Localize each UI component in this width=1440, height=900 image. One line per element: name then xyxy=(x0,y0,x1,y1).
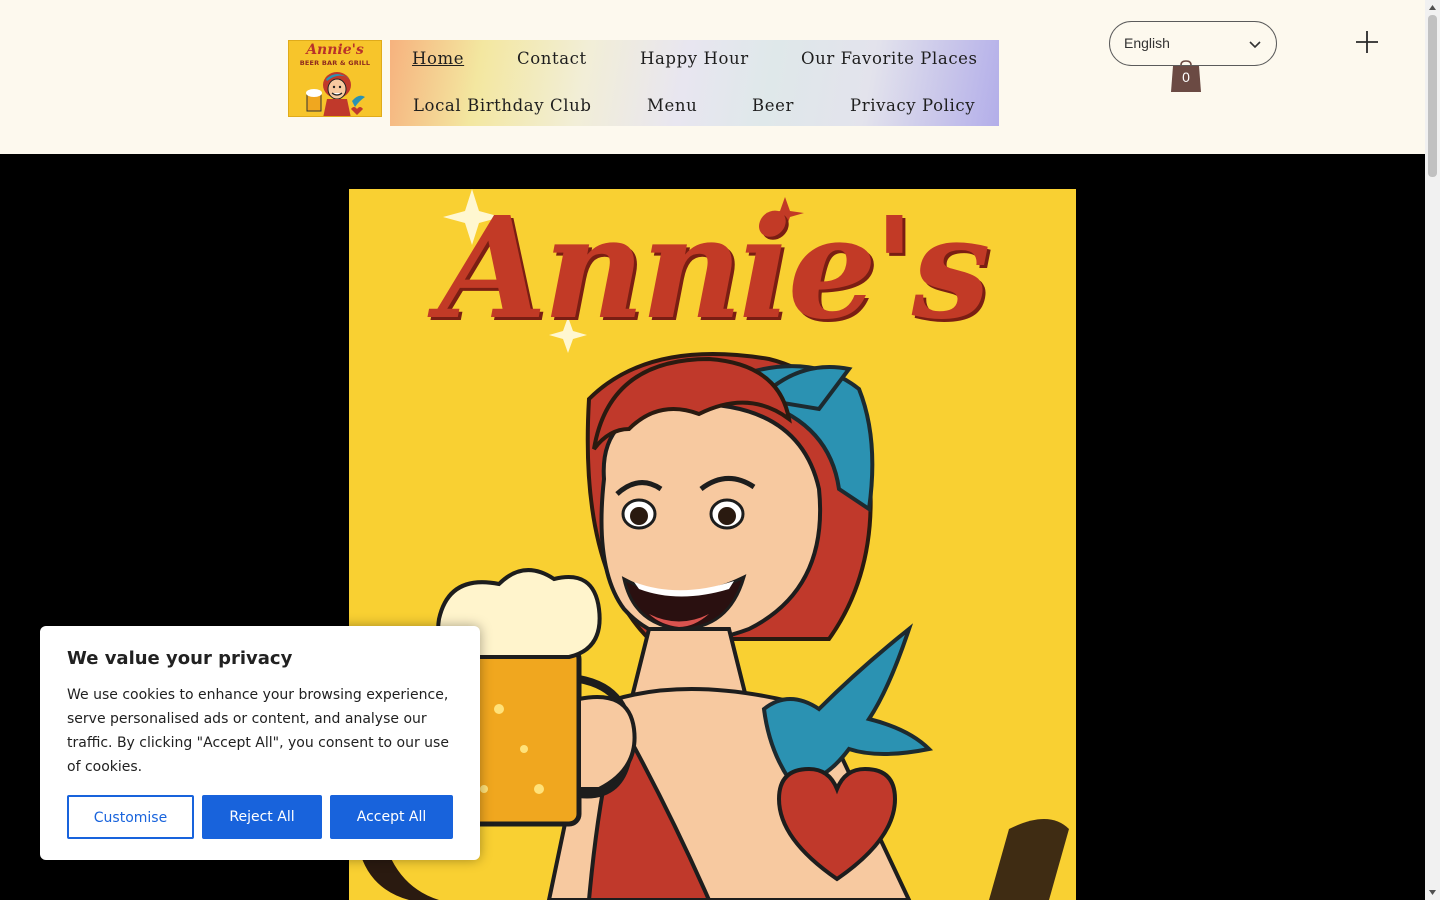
site-header: Annie's BEER BAR & GRILL Home Contact Ha… xyxy=(0,0,1425,154)
shopping-cart-button[interactable]: 0 xyxy=(1170,60,1202,92)
nav-contact[interactable]: Contact xyxy=(517,49,587,68)
logo-illustration xyxy=(306,72,365,116)
language-selected: English xyxy=(1124,35,1170,51)
plus-icon[interactable] xyxy=(1354,29,1380,55)
nav-happy-hour[interactable]: Happy Hour xyxy=(640,49,749,68)
main-nav: Home Contact Happy Hour Our Favorite Pla… xyxy=(390,40,999,126)
chevron-down-icon xyxy=(1248,36,1262,55)
customise-button[interactable]: Customise xyxy=(67,795,194,839)
nav-home[interactable]: Home xyxy=(412,49,464,68)
nav-menu[interactable]: Menu xyxy=(647,96,697,115)
nav-privacy-policy[interactable]: Privacy Policy xyxy=(850,96,975,115)
scroll-down-icon[interactable] xyxy=(1428,888,1437,897)
cookie-text: We use cookies to enhance your browsing … xyxy=(67,687,449,775)
cookie-consent-dialog: We value your privacy We use cookies to … xyxy=(40,626,480,860)
cart-count: 0 xyxy=(1182,69,1190,85)
nav-birthday-club[interactable]: Local Birthday Club xyxy=(413,96,592,115)
accept-all-button[interactable]: Accept All xyxy=(330,795,453,839)
logo-title: Annie's xyxy=(306,42,364,58)
nav-beer[interactable]: Beer xyxy=(752,96,794,115)
hero-title: Annie's xyxy=(438,189,990,351)
site-logo[interactable]: Annie's BEER BAR & GRILL xyxy=(288,40,382,117)
page-scrollbar[interactable] xyxy=(1425,0,1440,900)
reject-all-button[interactable]: Reject All xyxy=(202,795,322,839)
scrollbar-thumb[interactable] xyxy=(1428,15,1437,177)
scroll-up-icon[interactable] xyxy=(1428,3,1437,12)
cookie-title: We value your privacy xyxy=(67,648,293,669)
nav-favorite-places[interactable]: Our Favorite Places xyxy=(801,49,978,68)
